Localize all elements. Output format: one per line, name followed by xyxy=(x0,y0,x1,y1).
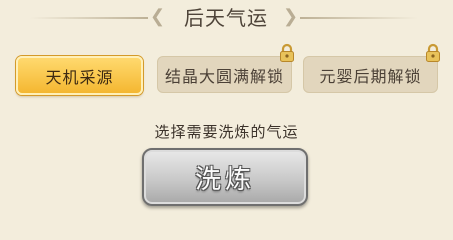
section-title: 后天气运 xyxy=(184,6,268,30)
tab-label: 天机采源 xyxy=(45,67,114,87)
tab-locked-jiejing[interactable]: 结晶大圆满解锁 xyxy=(157,43,294,93)
header-divider-left xyxy=(30,17,148,19)
wash-button-label: 洗炼 xyxy=(194,164,255,195)
ornament-icon: ❮ xyxy=(150,6,166,27)
tab-label: 结晶大圆满解锁 xyxy=(164,66,284,86)
tab-label: 元婴后期解锁 xyxy=(319,66,422,86)
lock-icon xyxy=(426,43,440,62)
tab-locked-yuanying[interactable]: 元婴后期解锁 xyxy=(303,43,440,93)
lock-icon xyxy=(280,43,294,62)
wash-button[interactable]: 洗炼 xyxy=(142,148,308,206)
header-divider-right xyxy=(300,17,418,19)
ornament-icon: ❯ xyxy=(283,6,299,27)
tab-tianji-caiyuan[interactable]: 天机采源 xyxy=(16,56,143,95)
instruction-text: 选择需要洗炼的气运 xyxy=(154,123,299,141)
section-header: ❮ 后天气运 ❯ xyxy=(0,4,453,32)
